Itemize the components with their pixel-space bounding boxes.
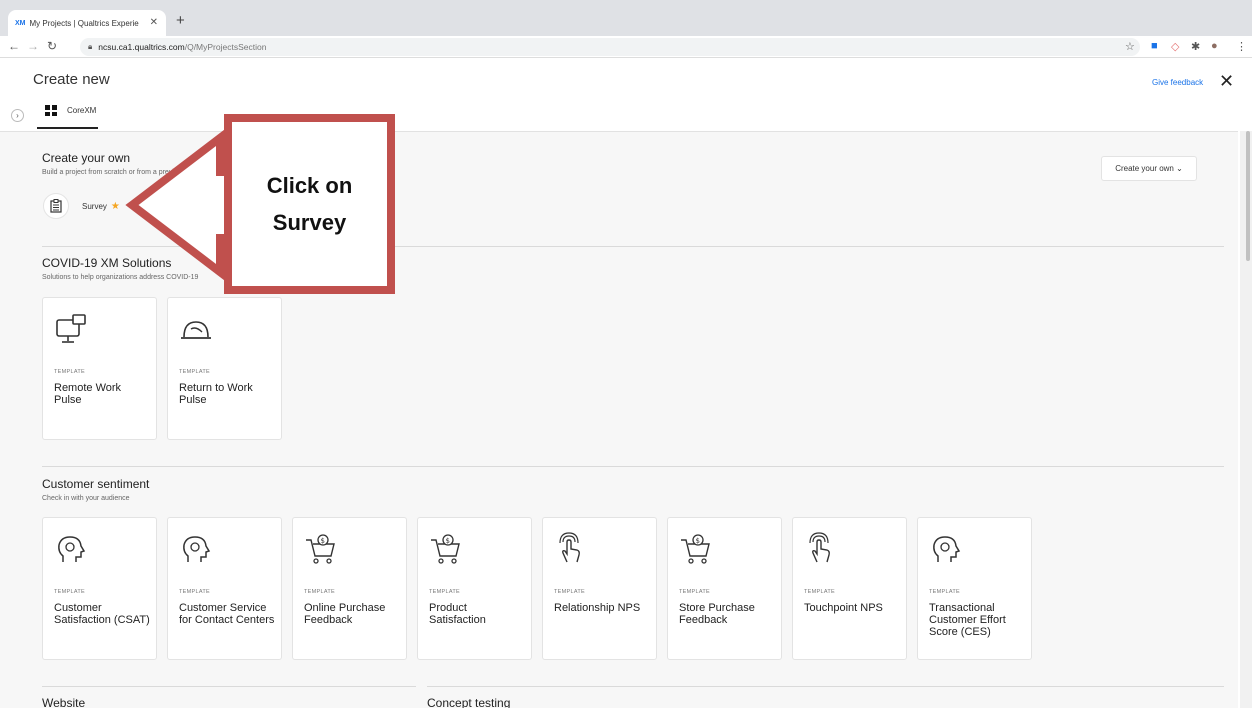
cart-icon: $ [306,534,335,564]
hardhat-icon [181,321,211,339]
section-divider [42,686,416,687]
menu-dots-icon[interactable]: ⋮ [1236,40,1247,53]
url-input[interactable]: 🔒︎ ncsu.ca1.qualtrics.com/Q/MyProjectsSe… [80,38,1140,56]
template-type-label: TEMPLATE [179,369,211,375]
create-own-title: Create your own [42,151,131,165]
bookmark-star-icon[interactable]: ☆ [1125,40,1135,53]
create-your-own-dropdown[interactable]: Create your own ⌄ [1101,156,1197,181]
browser-tab[interactable]: XM My Projects | Qualtrics Experie ✕ [8,10,166,36]
website-section-title: Website [42,696,86,708]
touch-icon [809,532,830,563]
template-name: Customer Satisfaction (CSAT) [54,602,150,626]
template-type-label: TEMPLATE [429,589,461,595]
head-icon [933,536,961,562]
new-tab-icon[interactable]: + [176,12,185,29]
back-icon[interactable]: ← [8,39,20,53]
svg-text:$: $ [696,537,700,545]
template-card[interactable]: TEMPLATE Touchpoint NPS [792,517,907,660]
templates-content: Create your own Build a project from scr… [0,131,1238,708]
head-icon [183,536,211,562]
template-name: Relationship NPS [554,602,641,614]
extension-icon[interactable]: ■ [1151,40,1158,52]
template-card[interactable]: TEMPLATE Customer Satisfaction (CSAT) [42,517,157,660]
template-type-label: TEMPLATE [179,589,211,595]
template-type-label: TEMPLATE [54,369,86,375]
covid-section-subtitle: Solutions to help organizations address … [42,274,199,281]
address-bar-row: ← → ↻ 🔒︎ ncsu.ca1.qualtrics.com/Q/MyProj… [0,36,1252,58]
section-divider [42,466,1224,467]
lock-icon: 🔒︎ [88,42,93,51]
reload-icon[interactable]: ↻ [47,39,57,53]
covid-section-title: COVID-19 XM Solutions [42,256,172,270]
tab-title: My Projects | Qualtrics Experie [29,18,139,28]
template-card[interactable]: $ TEMPLATE Online Purchase Feedback [292,517,407,660]
svg-text:$: $ [446,537,450,545]
touch-icon [559,532,580,563]
tab-corexm-label: CoreXM [67,106,97,115]
template-type-label: TEMPLATE [554,589,586,595]
give-feedback-link[interactable]: Give feedback [1152,78,1203,87]
qualtrics-favicon: XM [15,19,26,27]
template-card-return-to-work-pulse[interactable]: TEMPLATE Return to Work Pulse [167,297,282,440]
template-name: Touchpoint NPS [804,602,883,614]
template-name: Return to Work Pulse [179,382,253,406]
section-divider [427,686,1224,687]
template-name: Remote Work Pulse [54,382,122,406]
survey-option[interactable]: Survey ★ [43,193,120,219]
customer-section-subtitle: Check in with your audience [42,495,130,502]
template-type-label: TEMPLATE [804,589,836,595]
template-card[interactable]: TEMPLATE Relationship NPS [542,517,657,660]
avatar[interactable]: ● [1211,40,1218,52]
puzzle-icon[interactable]: ✱ [1191,40,1200,53]
url-host: ncsu.ca1.qualtrics.com [98,42,185,52]
url-path: /Q/MyProjectsSection [184,42,267,52]
template-type-label: TEMPLATE [54,589,86,595]
computer-icon [56,314,86,343]
tab-corexm[interactable]: CoreXM [45,105,96,116]
template-card[interactable]: $ TEMPLATE Store Purchase Feedback [667,517,782,660]
template-type-label: TEMPLATE [679,589,711,595]
tab-close-icon[interactable]: ✕ [150,17,158,28]
star-icon: ★ [110,200,120,212]
template-card[interactable]: $ TEMPLATE Product Satisfaction [417,517,532,660]
customer-section-title: Customer sentiment [42,477,150,491]
template-card[interactable]: TEMPLATE Transactional Customer Effort S… [917,517,1032,660]
create-new-page: Create new › CoreXM Give feedback ✕ Crea… [0,59,1252,708]
concept-section-title: Concept testing [427,696,511,708]
extension-icon[interactable]: ◇ [1171,40,1179,53]
page-title: Create new [33,71,110,88]
template-type-label: TEMPLATE [304,589,336,595]
survey-label: Survey [82,201,107,211]
template-name: Store Purchase Feedback [679,602,755,626]
cart-icon: $ [681,534,710,564]
browser-tabbar: XM My Projects | Qualtrics Experie ✕ + [0,0,1252,36]
active-tab-indicator [37,127,98,129]
template-name: Transactional Customer Effort Score (CES… [929,602,1006,638]
svg-text:$: $ [321,537,325,545]
template-name: Product Satisfaction [429,602,486,626]
close-icon[interactable]: ✕ [1219,71,1234,92]
template-type-label: TEMPLATE [929,589,961,595]
forward-icon[interactable]: → [27,39,39,53]
template-name: Online Purchase Feedback [304,602,386,626]
section-divider [42,246,1224,247]
scrollbar-thumb[interactable] [1246,131,1250,261]
corexm-grid-icon [45,105,57,116]
template-card-remote-work-pulse[interactable]: TEMPLATE Remote Work Pulse [42,297,157,440]
head-icon [58,536,86,562]
create-own-subtitle: Build a project from scratch or from a p… [42,169,209,176]
survey-clipboard-icon [43,193,69,219]
sidebar-toggle-icon[interactable]: › [11,109,24,122]
template-name: Customer Service for Contact Centers [179,602,275,626]
template-card[interactable]: TEMPLATE Customer Service for Contact Ce… [167,517,282,660]
cart-icon: $ [431,534,460,564]
